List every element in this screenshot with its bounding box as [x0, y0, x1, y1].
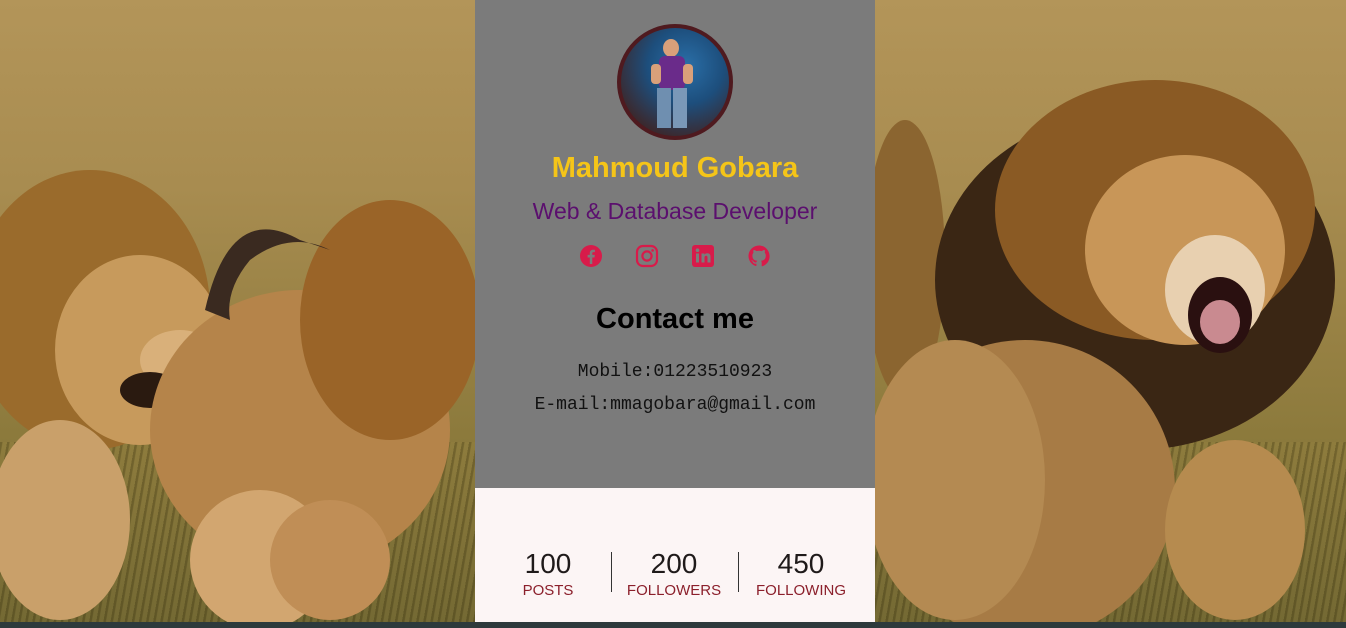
- lion-right-illustration: [875, 80, 1335, 622]
- linkedin-icon[interactable]: [691, 244, 715, 268]
- facebook-icon[interactable]: [579, 244, 603, 268]
- stat-value: 100: [524, 548, 572, 579]
- stats-panel: 100 POSTS 200 FOLLOWERS 450 FOLLOWING: [475, 488, 875, 622]
- stat-value: 450: [777, 548, 825, 579]
- instagram-icon[interactable]: [635, 244, 659, 268]
- contact-title: Contact me: [596, 303, 754, 335]
- avatar-photo: [651, 39, 693, 128]
- contact-email[interactable]: E-mail:mmagobara@gmail.com: [475, 395, 875, 415]
- stat-followers[interactable]: 200 FOLLOWERS: [611, 548, 737, 600]
- stat-label: FOLLOWING: [755, 582, 846, 599]
- lions-left-illustration: [0, 170, 475, 622]
- github-icon[interactable]: [747, 244, 771, 268]
- contact-mobile: Mobile:01223510923: [577, 362, 773, 382]
- stat-following[interactable]: 450 FOLLOWING: [738, 548, 864, 600]
- profile-role: Web & Database Developer: [532, 198, 818, 224]
- profile-name: Mahmoud Gobara: [551, 152, 799, 184]
- stat-value: 200: [650, 548, 698, 579]
- social-links: [475, 244, 875, 268]
- stat-label: FOLLOWERS: [626, 582, 722, 599]
- stat-label: POSTS: [522, 582, 574, 599]
- bottom-bar: [0, 622, 1346, 628]
- stat-posts[interactable]: 100 POSTS: [485, 548, 611, 600]
- profile-card: Mahmoud Gobara Web & Database Developer …: [475, 0, 875, 622]
- avatar: [617, 24, 733, 140]
